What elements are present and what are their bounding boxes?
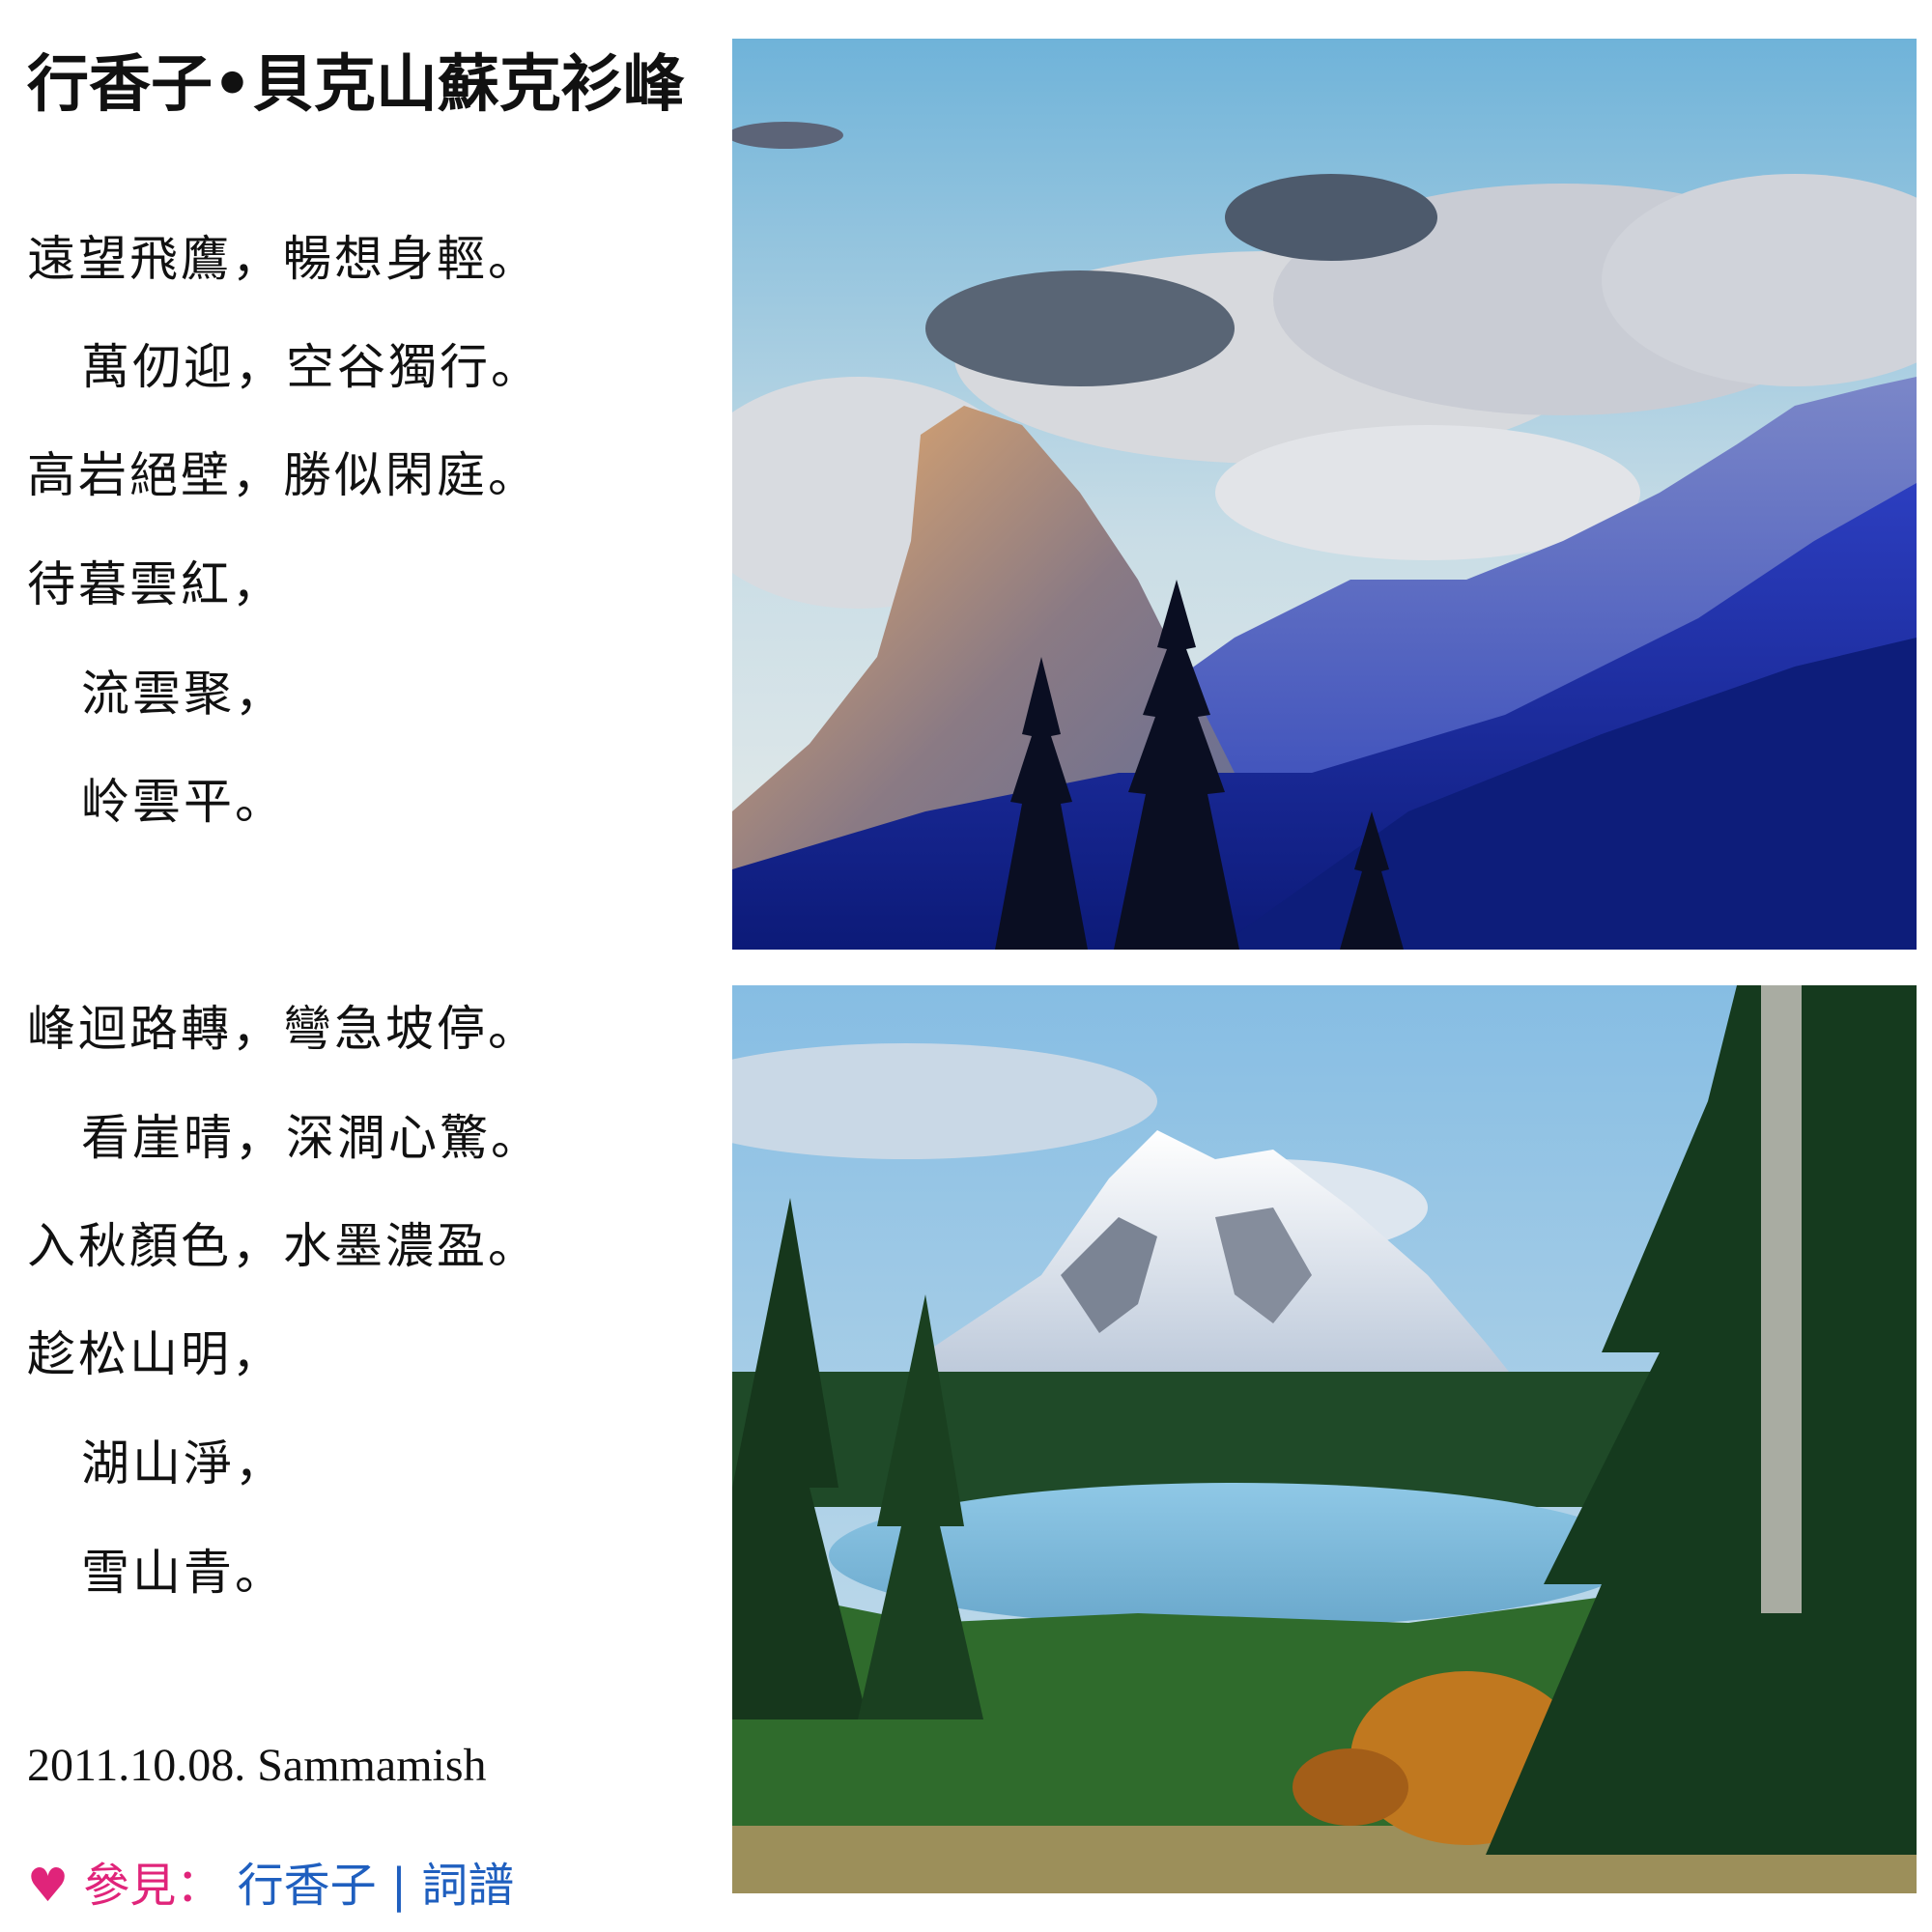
poem-line: 待暮雲紅， — [27, 556, 283, 612]
mountain-lake-photo — [732, 985, 1917, 1893]
heart-icon: ♥ — [27, 1859, 70, 1913]
mountain-peak-photo — [732, 39, 1917, 950]
poem-line: 流雲聚， — [81, 666, 286, 722]
poem-line: 萬仞迎，空谷獨行。 — [81, 339, 542, 395]
link-cipu[interactable]: 詞譜 — [421, 1859, 514, 1913]
poem-line: 遠望飛鷹，暢想身輕。 — [27, 231, 539, 287]
poem-line: 湖山淨， — [81, 1435, 286, 1492]
poem-line: 看崖晴，深澗心驚。 — [81, 1110, 542, 1166]
see-also-label: 參見： — [83, 1859, 223, 1913]
poem-line: 峰迴路轉，彎急坡停。 — [27, 1001, 539, 1057]
date-location: 2011.10.08. Sammamish — [27, 1740, 487, 1791]
poem-line: 雪山青。 — [81, 1545, 286, 1601]
link-separator: | — [390, 1859, 408, 1913]
poem-line: 岭雲平。 — [81, 774, 286, 830]
page-title: 行香子•貝克山蘇克衫峰 — [27, 49, 685, 121]
see-also: ♥ 參見： 行香子 | 詞譜 — [27, 1847, 514, 1915]
link-xingxiangzi[interactable]: 行香子 — [238, 1859, 377, 1913]
poem-line: 高岩絕壁，勝似閑庭。 — [27, 447, 539, 503]
page: 行香子•貝克山蘇克衫峰 遠望飛鷹，暢想身輕。 萬仞迎，空谷獨行。 高岩絕壁，勝似… — [0, 0, 1932, 1932]
poem-line: 入秋顏色，水墨濃盈。 — [27, 1218, 539, 1274]
poem-line: 趁松山明， — [27, 1326, 283, 1382]
